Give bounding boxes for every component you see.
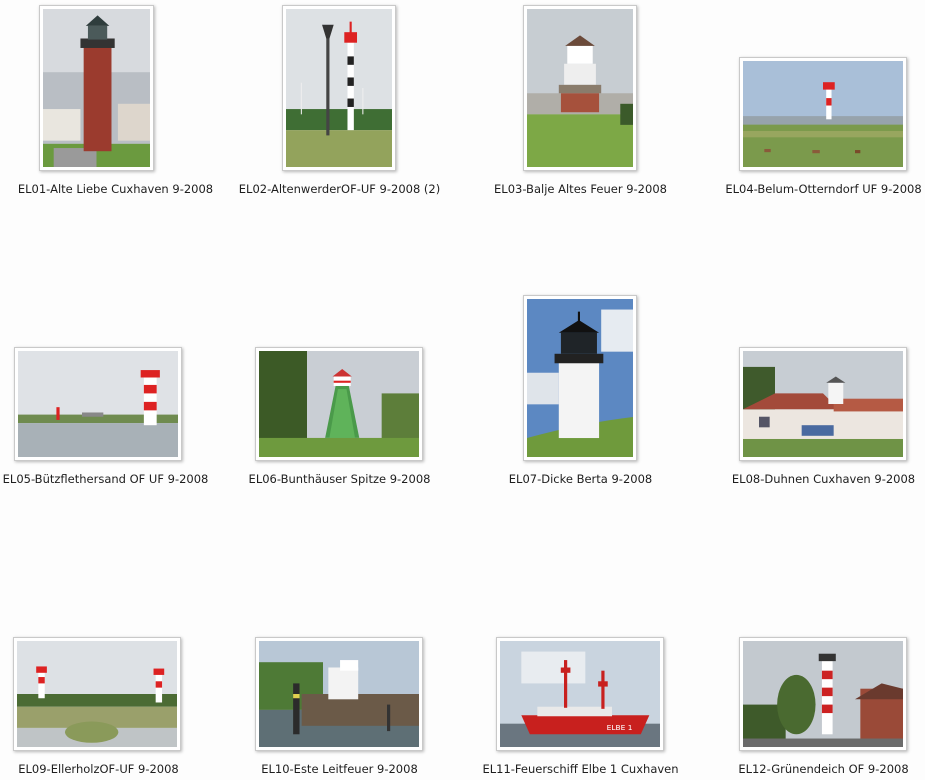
lighthouse-photo-icon <box>17 641 177 747</box>
file-name: EL09-EllerholzOF-UF 9-2008 <box>18 762 179 776</box>
file-name: EL03-Balje Altes Feuer 9-2008 <box>494 182 667 196</box>
file-item[interactable]: EL02-AltenwerderOF-UF 9-2008 (2) <box>224 0 455 200</box>
file-name: EL07-Dicke Berta 9-2008 <box>508 472 653 486</box>
file-item[interactable]: EL03-Balje Altes Feuer 9-2008 <box>465 0 696 200</box>
file-item[interactable]: EL07-Dicke Berta 9-2008 <box>465 290 696 490</box>
file-item[interactable]: EL06-Bunthäuser Spitze 9-2008 <box>224 290 455 490</box>
file-name: EL04-Belum-Otterndorf UF 9-2008 <box>725 182 922 196</box>
thumbnail[interactable] <box>523 295 637 461</box>
thumbnail[interactable] <box>39 5 154 171</box>
file-name: EL12-Grünendeich OF 9-2008 <box>738 762 909 776</box>
file-item[interactable]: EL05-Bützflethersand OF UF 9-2008 <box>0 290 221 490</box>
file-name: EL11-Feuerschiff Elbe 1 Cuxhaven <box>482 762 679 776</box>
file-name: EL01-Alte Liebe Cuxhaven 9-2008 <box>17 182 214 196</box>
file-item[interactable]: EL12-Grünendeich OF 9-2008 <box>708 580 925 780</box>
svg-text:ELBE 1: ELBE 1 <box>607 723 633 732</box>
thumbnail[interactable] <box>13 637 181 751</box>
lighthouse-photo-icon <box>527 299 633 457</box>
thumbnail[interactable] <box>739 347 907 461</box>
file-name: EL05-Bützflethersand OF UF 9-2008 <box>2 472 209 486</box>
file-item[interactable]: EL10-Este Leitfeuer 9-2008 <box>224 580 455 780</box>
file-item[interactable]: ELBE 1 EL11-Feuerschiff Elbe 1 Cuxhaven <box>465 580 696 780</box>
thumbnail[interactable] <box>255 637 423 751</box>
thumbnail[interactable] <box>739 57 907 171</box>
thumbnail[interactable] <box>282 5 396 171</box>
file-item[interactable]: EL08-Duhnen Cuxhaven 9-2008 <box>708 290 925 490</box>
lighthouse-photo-icon <box>743 61 903 167</box>
file-name: EL02-AltenwerderOF-UF 9-2008 (2) <box>238 182 441 196</box>
thumbnail[interactable]: ELBE 1 <box>496 637 664 751</box>
file-name: EL10-Este Leitfeuer 9-2008 <box>261 762 418 776</box>
lighthouse-photo-icon <box>286 9 392 167</box>
lighthouse-photo-icon <box>743 351 903 457</box>
thumbnail[interactable] <box>523 5 637 171</box>
lighthouse-photo-icon <box>43 9 150 167</box>
lightship-photo-icon: ELBE 1 <box>500 641 660 747</box>
lighthouse-photo-icon <box>743 641 903 747</box>
thumbnail[interactable] <box>739 637 907 751</box>
thumbnail[interactable] <box>14 347 182 461</box>
file-item[interactable]: EL01-Alte Liebe Cuxhaven 9-2008 <box>0 0 231 200</box>
file-name: EL08-Duhnen Cuxhaven 9-2008 <box>731 472 916 486</box>
lighthouse-photo-icon <box>259 641 419 747</box>
file-item[interactable]: EL04-Belum-Otterndorf UF 9-2008 <box>708 0 925 200</box>
thumbnail[interactable] <box>255 347 423 461</box>
lighthouse-photo-icon <box>18 351 178 457</box>
file-name: EL06-Bunthäuser Spitze 9-2008 <box>248 472 431 486</box>
lighthouse-photo-icon <box>527 9 633 167</box>
file-item[interactable]: EL09-EllerholzOF-UF 9-2008 <box>0 580 214 780</box>
lighthouse-photo-icon <box>259 351 419 457</box>
